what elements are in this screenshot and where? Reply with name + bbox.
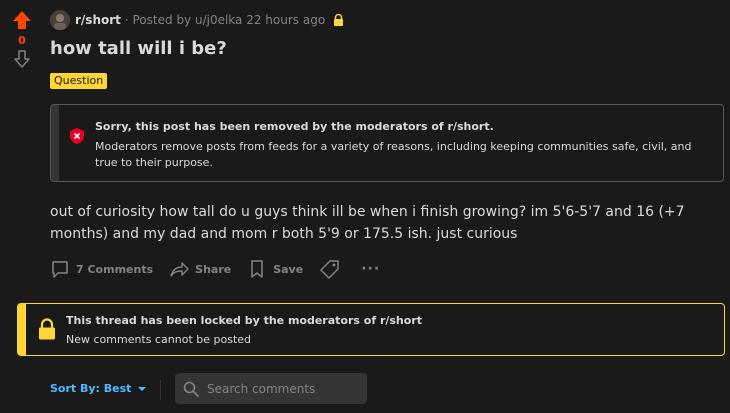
lock-icon [334,14,344,26]
downvote-arrow-icon[interactable] [12,49,32,69]
comments-count-label: 7 Comments [76,262,154,276]
more-icon: ··· [361,261,381,277]
shield-x-icon [70,128,84,144]
locked-notice-bar [18,304,26,355]
tag-button[interactable] [319,259,347,279]
share-button[interactable]: Share [169,259,231,279]
comments-bar-divider [160,380,161,400]
posted-by[interactable]: · Posted by u/j0elka 22 hours ago [125,13,325,27]
search-icon [183,381,199,397]
comment-search-box[interactable] [175,373,367,404]
upvote-arrow-icon[interactable] [12,10,32,30]
subreddit-avatar[interactable] [50,10,70,30]
caret-down-icon [138,386,147,391]
save-icon [251,260,263,278]
more-options-button[interactable]: ··· [361,261,380,277]
sort-label: Sort By: Best [50,382,132,395]
vote-column: 0 [10,10,34,69]
locked-notice: This thread has been locked by the moder… [17,303,725,356]
vote-count: 0 [18,34,26,47]
post-meta: r/short · Posted by u/j0elka 22 hours ag… [50,10,344,30]
subreddit-link[interactable]: r/short [75,13,121,27]
comment-icon [52,261,68,278]
tag-icon [320,260,339,279]
removed-notice-bar [51,105,59,181]
post-title[interactable]: how tall will i be? [50,38,227,59]
comments-button[interactable]: 7 Comments [50,259,153,279]
removed-notice: Sorry, this post has been removed by the… [50,104,724,182]
sort-dropdown[interactable]: Sort By: Best [50,382,147,395]
post-actions: 7 Comments Share Save ··· [50,258,396,280]
post-body: out of curiosity how tall do u guys thin… [50,204,685,242]
search-comments-input[interactable] [205,380,359,397]
share-label: Share [195,262,232,276]
post-flair[interactable]: Question [50,73,108,89]
save-button[interactable]: Save [247,259,303,279]
lock-icon [39,318,55,340]
locked-notice-text: New comments cannot be posted [66,333,252,346]
save-label: Save [273,262,304,276]
locked-notice-title: This thread has been locked by the moder… [66,314,423,327]
removed-notice-text: Moderators remove posts from feeds for a… [95,140,692,169]
removed-notice-title: Sorry, this post has been removed by the… [95,120,494,133]
subreddit-avatar-icon [50,10,70,30]
share-icon [170,262,189,277]
